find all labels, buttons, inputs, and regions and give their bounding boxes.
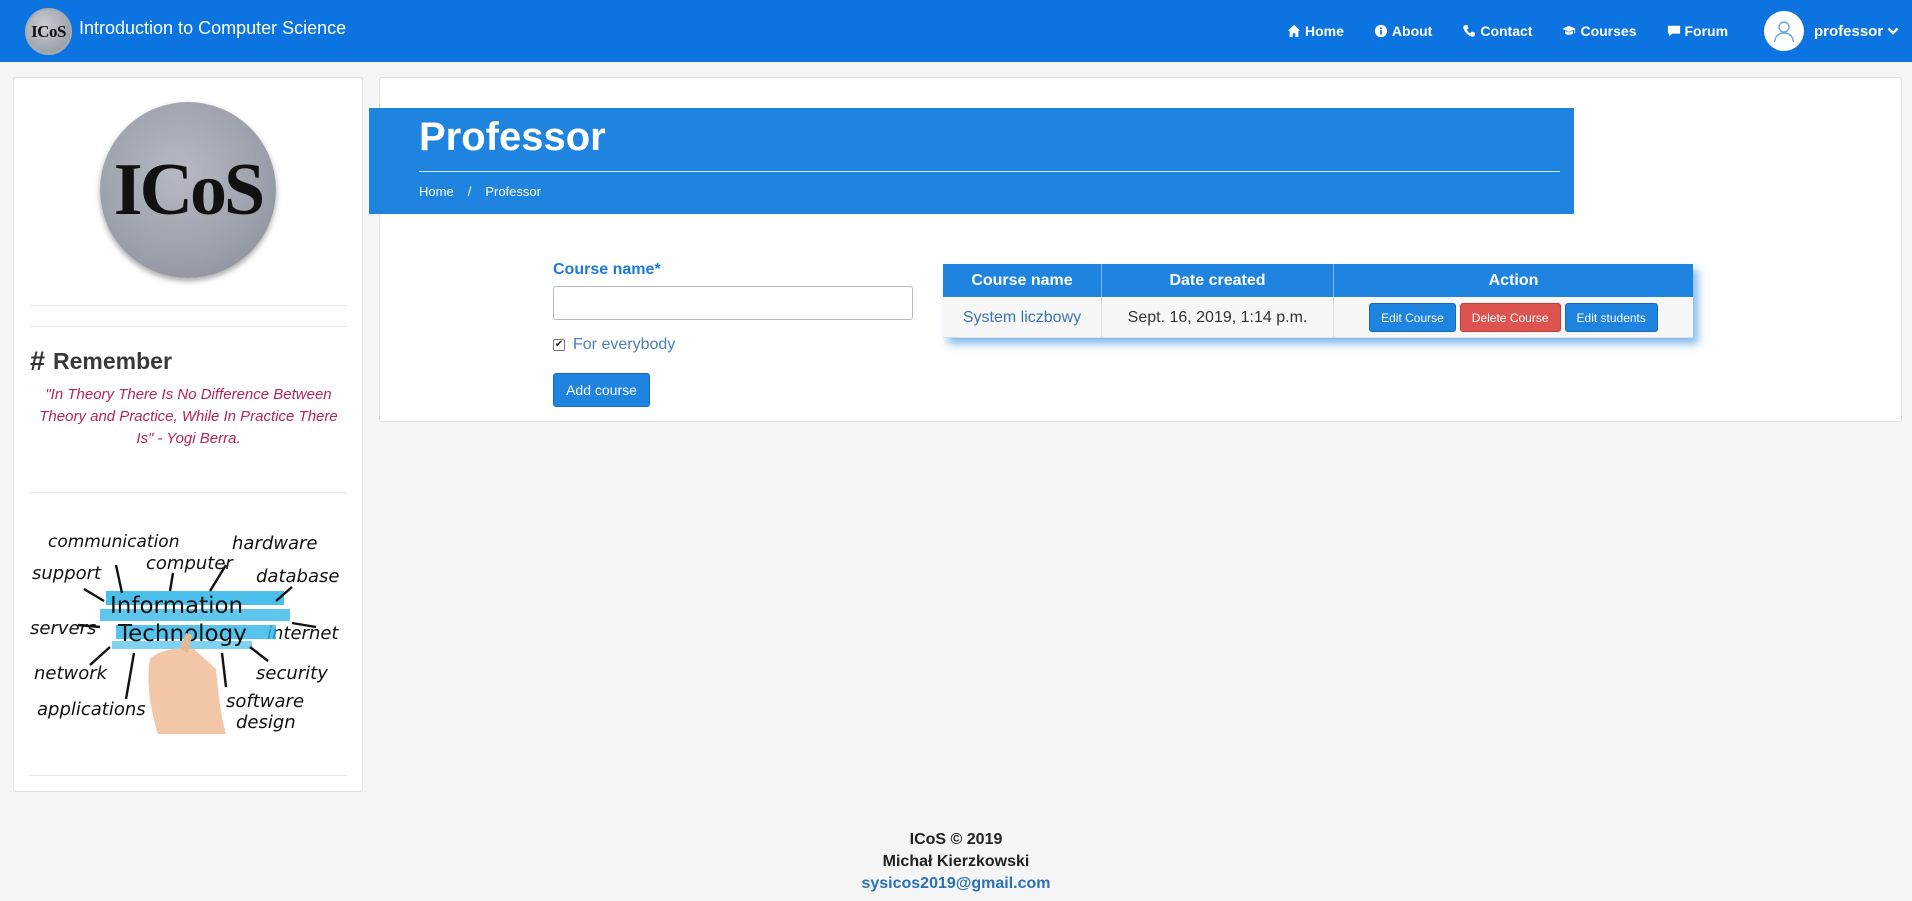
breadcrumb-home[interactable]: Home: [419, 184, 454, 199]
word-security: security: [256, 663, 328, 684]
information-technology-image: communication hardware computer support …: [30, 529, 348, 734]
divider: [30, 326, 347, 327]
nav-link-home[interactable]: Home: [1287, 23, 1344, 39]
nav-link-label: Home: [1305, 23, 1344, 39]
word-support: support: [32, 563, 102, 584]
quote: "In Theory There Is No Difference Betwee…: [39, 386, 338, 447]
add-course-button[interactable]: Add course: [553, 373, 650, 407]
nav-link-about[interactable]: About: [1374, 23, 1432, 39]
nav-link-contact[interactable]: Contact: [1462, 23, 1532, 39]
nav-link-label: About: [1391, 23, 1433, 39]
chevron-down-icon: [1887, 27, 1899, 35]
edit-students-button[interactable]: Edit students: [1564, 303, 1658, 332]
word-communication: communication: [48, 532, 179, 552]
avatar: [1764, 11, 1804, 51]
nav-link-courses[interactable]: Courses: [1562, 23, 1637, 39]
delete-course-button[interactable]: Delete Course: [1459, 303, 1561, 332]
divider: [30, 492, 347, 493]
home-icon: [1287, 24, 1301, 38]
date-created-cell: Sept. 16, 2019, 1:14 p.m.: [1102, 297, 1334, 338]
column-header-action: Action: [1488, 271, 1539, 289]
word-internet: internet: [267, 623, 339, 644]
sidebar: ICoS # Remember "In Theory There Is No D…: [13, 77, 363, 792]
course-name-link[interactable]: System liczbowy: [943, 297, 1102, 338]
nav-link-label: Courses: [1580, 23, 1637, 39]
word-servers: servers: [30, 618, 96, 639]
word-technology: Technology: [117, 621, 247, 647]
brand-title[interactable]: Introduction to Computer Science: [79, 18, 346, 39]
remember-heading: # Remember: [30, 346, 172, 377]
word-database: database: [256, 566, 339, 587]
footer-email-link[interactable]: sysicos2019@gmail.com: [0, 873, 1912, 895]
for-everybody-label[interactable]: For everybody: [573, 336, 675, 354]
for-everybody-checkbox[interactable]: ✔: [553, 339, 565, 351]
nav-link-forum[interactable]: Forum: [1667, 23, 1729, 39]
column-header-course-name: Course name: [943, 264, 1102, 297]
graduation-cap-icon: [1562, 25, 1577, 35]
brand-logo[interactable]: ICoS: [25, 8, 72, 55]
top-navbar: ICoS Introduction to Computer Science Ho…: [0, 0, 1912, 62]
footer-copyright: ICoS © 2019: [909, 831, 1003, 848]
user-icon: [1773, 21, 1795, 43]
word-design: design: [236, 712, 296, 733]
courses-table: Course name Date created Action System l…: [943, 264, 1693, 338]
course-name-input[interactable]: [553, 286, 913, 320]
header-divider: [419, 171, 1560, 172]
divider: [30, 305, 347, 306]
edit-course-button[interactable]: Edit Course: [1369, 303, 1456, 332]
word-hardware: hardware: [232, 533, 318, 554]
info-icon: [1374, 24, 1388, 38]
word-software: software: [226, 691, 304, 712]
remember-heading-text: Remember: [53, 348, 172, 374]
action-cell: Edit Course Delete Course Edit students: [1334, 297, 1693, 338]
footer: ICoS © 2019 Michał Kierzkowski sysicos20…: [0, 829, 1912, 895]
sidebar-logo: ICoS: [100, 102, 276, 278]
it-word-cloud: communication hardware computer support …: [30, 532, 339, 734]
table-header: Course name Date created Action: [943, 264, 1693, 297]
table-row: System liczbowy Sept. 16, 2019, 1:14 p.m…: [943, 297, 1693, 338]
word-information: Information: [110, 593, 243, 619]
word-network: network: [34, 663, 109, 684]
column-header-date-created: Date created: [1102, 264, 1334, 297]
page-title: Professor: [419, 115, 606, 159]
username: professor: [1814, 22, 1884, 40]
page-header: Professor Home / Professor: [369, 108, 1574, 214]
nav-link-label: Forum: [1684, 23, 1729, 39]
nav-links: Home About Contact Courses Forum: [1287, 0, 1758, 62]
comment-icon: [1667, 25, 1680, 37]
hash-icon: #: [30, 346, 46, 376]
phone-icon: [1463, 24, 1476, 37]
course-name-label: Course name*: [553, 261, 661, 278]
word-applications: applications: [37, 699, 146, 720]
divider: [30, 775, 347, 776]
nav-link-label: Contact: [1480, 23, 1533, 39]
breadcrumb: Home / Professor: [419, 184, 541, 199]
breadcrumb-separator: /: [467, 184, 472, 199]
user-menu-toggle[interactable]: professor: [1764, 11, 1899, 51]
breadcrumb-current: Professor: [485, 184, 541, 199]
footer-author: Michał Kierzkowski: [882, 853, 1030, 870]
